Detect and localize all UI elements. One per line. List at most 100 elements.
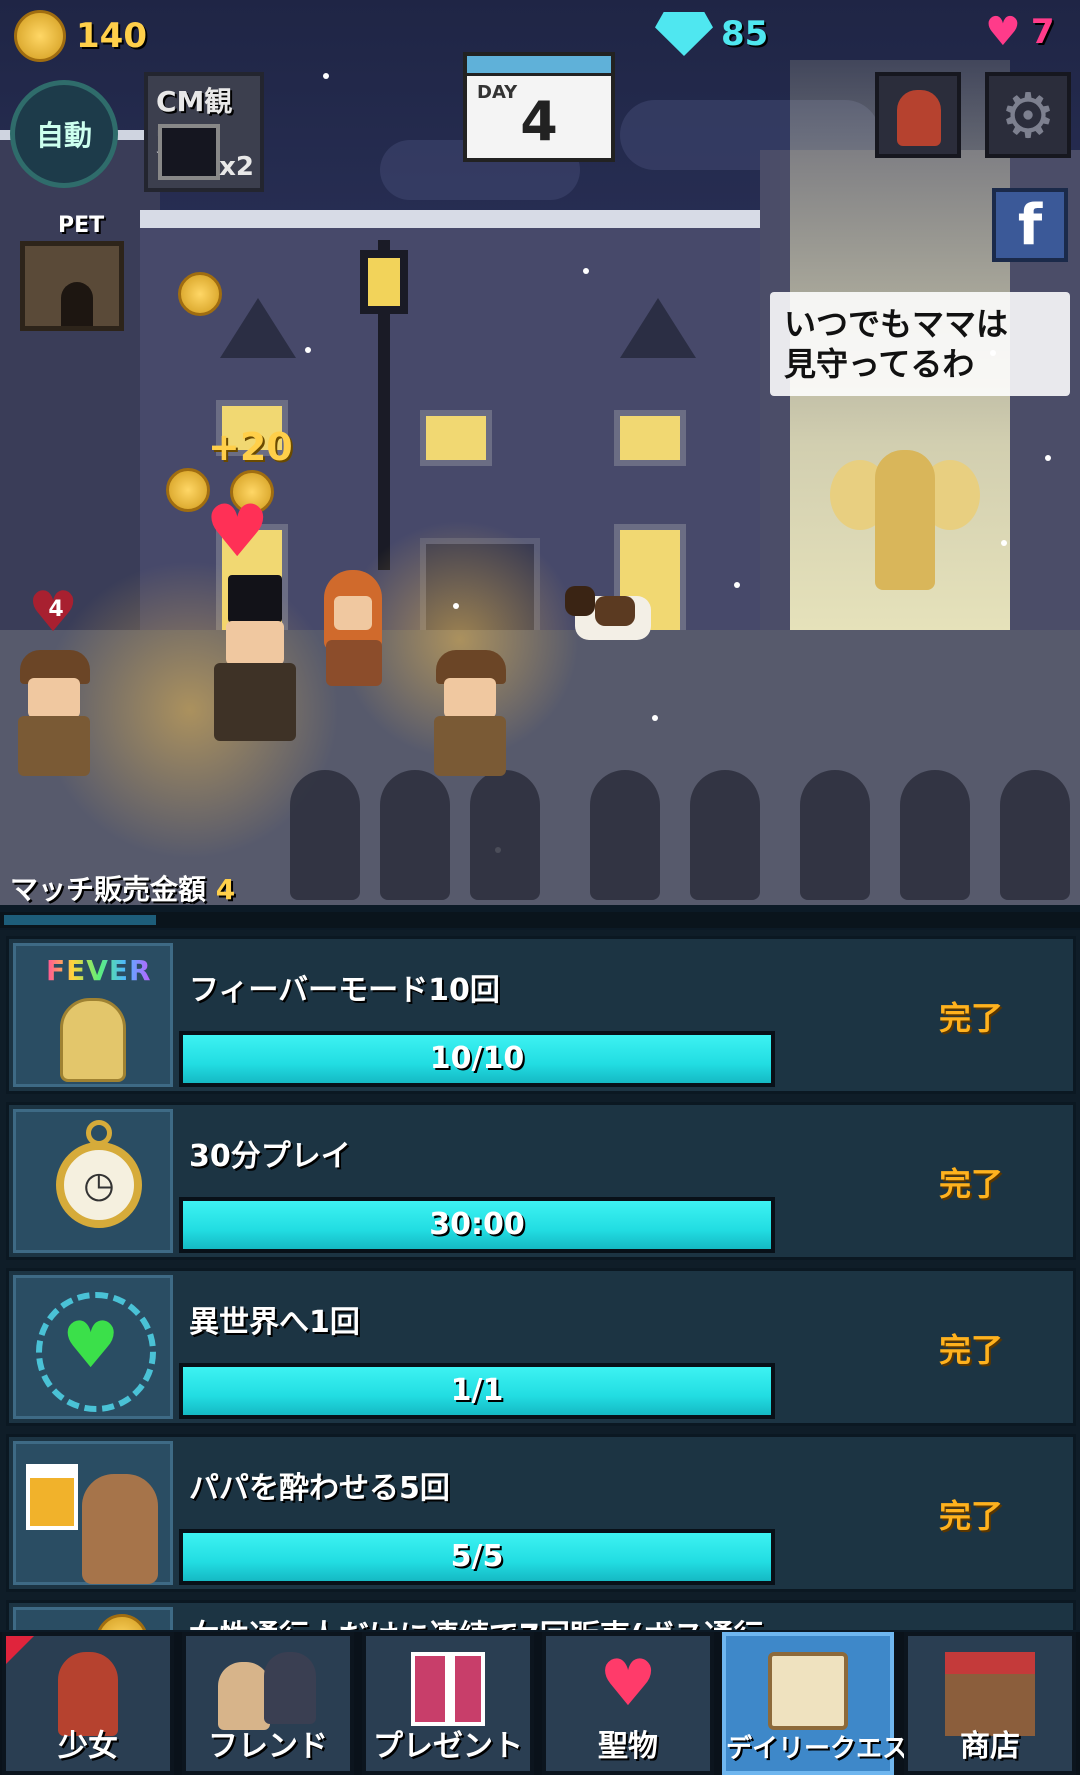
crowd-silhouette <box>590 770 660 900</box>
bottom-navigation: 少女 フレンド プレゼント ♥ 聖物 デイリークエスト 商店 <box>0 1632 1080 1775</box>
statue-icon <box>60 998 126 1082</box>
fever-statue-icon: FEVER <box>13 943 173 1087</box>
avatar <box>897 90 941 146</box>
facebook-icon: f <box>1017 192 1043 258</box>
snowflake <box>652 715 658 721</box>
nav-holy-items[interactable]: ♥ 聖物 <box>542 1632 714 1775</box>
customer-boy[interactable] <box>14 650 94 785</box>
daily-quest-list[interactable]: FEVER フィーバーモード10回 10/10 完了 ◷ 30分プレイ 30:0… <box>0 930 1080 1630</box>
fever-label: FEVER <box>46 954 152 987</box>
quest-item[interactable]: ◷ 30分プレイ 30:00 完了 <box>6 1102 1076 1260</box>
green-heart-icon: ♥ <box>62 1309 120 1383</box>
coin-icon <box>96 1614 148 1630</box>
coin-icon <box>14 10 66 62</box>
nav-label: プレゼント <box>373 1729 523 1764</box>
gift-icon <box>411 1652 485 1726</box>
pocket-watch-icon: ◷ <box>13 1109 173 1253</box>
crowd-silhouette <box>1000 770 1070 900</box>
quest-item[interactable]: ♥ 異世界へ1回 1/1 完了 <box>6 1268 1076 1426</box>
holy-heart-icon: ♥ <box>599 1647 657 1721</box>
gem-counter: 85 <box>655 12 768 56</box>
snowflake <box>453 603 459 609</box>
snowflake <box>583 268 589 274</box>
friends-icon <box>218 1652 318 1732</box>
quest-complete-button[interactable]: 完了 <box>939 1159 1003 1205</box>
angel-statue <box>830 440 980 590</box>
quest-progress-bar: 10/10 <box>179 1031 775 1087</box>
coin-gain-popup: +20 <box>208 425 293 469</box>
day-number: 4 <box>520 90 558 153</box>
calendar-rings <box>467 56 611 76</box>
speech-line-1: いつでもママは <box>784 305 1009 343</box>
gentleman-customer[interactable] <box>210 575 300 745</box>
quest-item[interactable]: パパを酔わせる5回 5/5 完了 <box>6 1434 1076 1592</box>
clock-icon: ◷ <box>56 1142 142 1228</box>
roof-peak <box>220 298 296 358</box>
match-girl[interactable] <box>318 570 388 688</box>
quest-progress-text: 1/1 <box>450 1373 504 1408</box>
pet-button[interactable]: PET <box>8 205 148 335</box>
heart-count: 7 <box>1030 12 1055 52</box>
nav-daily-quest[interactable]: デイリークエスト <box>722 1632 935 1775</box>
street-lamp <box>360 250 408 314</box>
quest-item[interactable]: 女性通行人だけに連続で7回販売(ボス通行 <box>6 1600 1076 1630</box>
quest-complete-button[interactable]: 完了 <box>939 1325 1003 1371</box>
match-sales-text: マッチ販売金額 <box>10 873 207 905</box>
speech-bubble: いつでもママは 見守ってるわ <box>770 292 1070 396</box>
tv-icon <box>158 124 220 180</box>
quest-title: 異世界へ1回 <box>189 1305 360 1340</box>
customer-heart-badge: ♥ 4 <box>28 585 84 641</box>
coin-icon <box>13 1607 173 1630</box>
beer-papa-icon <box>13 1441 173 1585</box>
settings-button[interactable]: ⚙ <box>985 72 1071 158</box>
nav-label: フレンド <box>208 1729 328 1764</box>
auto-label: 自動 <box>35 119 92 152</box>
quest-title: フィーバーモード10回 <box>189 973 500 1008</box>
papa-icon <box>82 1474 158 1584</box>
scene-progress-fill <box>4 915 156 925</box>
match-sales-value: 4 <box>215 873 236 905</box>
notification-marker <box>6 1636 34 1664</box>
pet-label: PET <box>58 213 105 238</box>
customer-boy[interactable] <box>430 650 510 785</box>
nav-label: 商店 <box>960 1729 1020 1764</box>
snowflake <box>1045 455 1051 461</box>
quest-complete-button[interactable]: 完了 <box>939 993 1003 1039</box>
beagle-dog[interactable] <box>565 586 655 666</box>
green-heart-wreath-icon: ♥ <box>13 1275 173 1419</box>
nav-label: デイリークエスト <box>726 1734 935 1764</box>
angel-body <box>875 450 935 590</box>
auto-button[interactable]: 自動 <box>10 80 118 188</box>
game-scene: +20 ♥ ♥ 4 いつでもママは 見守ってるわ 140 85 ♥ 7 自動 C… <box>0 0 1080 905</box>
coin-counter: 140 <box>14 10 147 62</box>
gem-count: 85 <box>721 14 769 54</box>
customer-heart-count: 4 <box>48 597 64 622</box>
facebook-button[interactable]: f <box>992 188 1068 262</box>
match-sales-label: マッチ販売金額 4 <box>10 868 235 905</box>
coin-count: 140 <box>76 16 147 56</box>
nav-friend[interactable]: フレンド <box>182 1632 354 1775</box>
coin-pickup[interactable] <box>178 272 222 316</box>
crowd-silhouette <box>290 770 360 900</box>
quest-item[interactable]: FEVER フィーバーモード10回 10/10 完了 <box>6 936 1076 1094</box>
speech-line-2: 見守ってるわ <box>784 345 975 383</box>
snowflake <box>1001 540 1007 546</box>
quest-progress-text: 30:00 <box>429 1207 525 1242</box>
nav-shop[interactable]: 商店 <box>904 1632 1076 1775</box>
heart-icon: ♥ <box>205 489 270 573</box>
profile-button[interactable] <box>875 72 961 158</box>
pet-house-icon <box>20 241 124 331</box>
quest-complete-button[interactable]: 完了 <box>939 1491 1003 1537</box>
coin-pickup[interactable] <box>166 468 210 512</box>
heart-counter: ♥ 7 <box>985 12 1055 52</box>
nav-girl[interactable]: 少女 <box>2 1632 174 1775</box>
quest-progress-text: 5/5 <box>450 1539 504 1574</box>
day-calendar: DAY 4 <box>463 52 615 162</box>
nav-present[interactable]: プレゼント <box>362 1632 534 1775</box>
snowflake <box>323 73 329 79</box>
nav-label: 少女 <box>58 1729 118 1764</box>
gear-icon: ⚙ <box>1000 78 1056 152</box>
scene-progress-bar <box>0 912 1080 928</box>
quest-title: パパを酔わせる5回 <box>189 1471 450 1506</box>
watch-ad-button[interactable]: CM観賞 x2 <box>144 72 264 192</box>
